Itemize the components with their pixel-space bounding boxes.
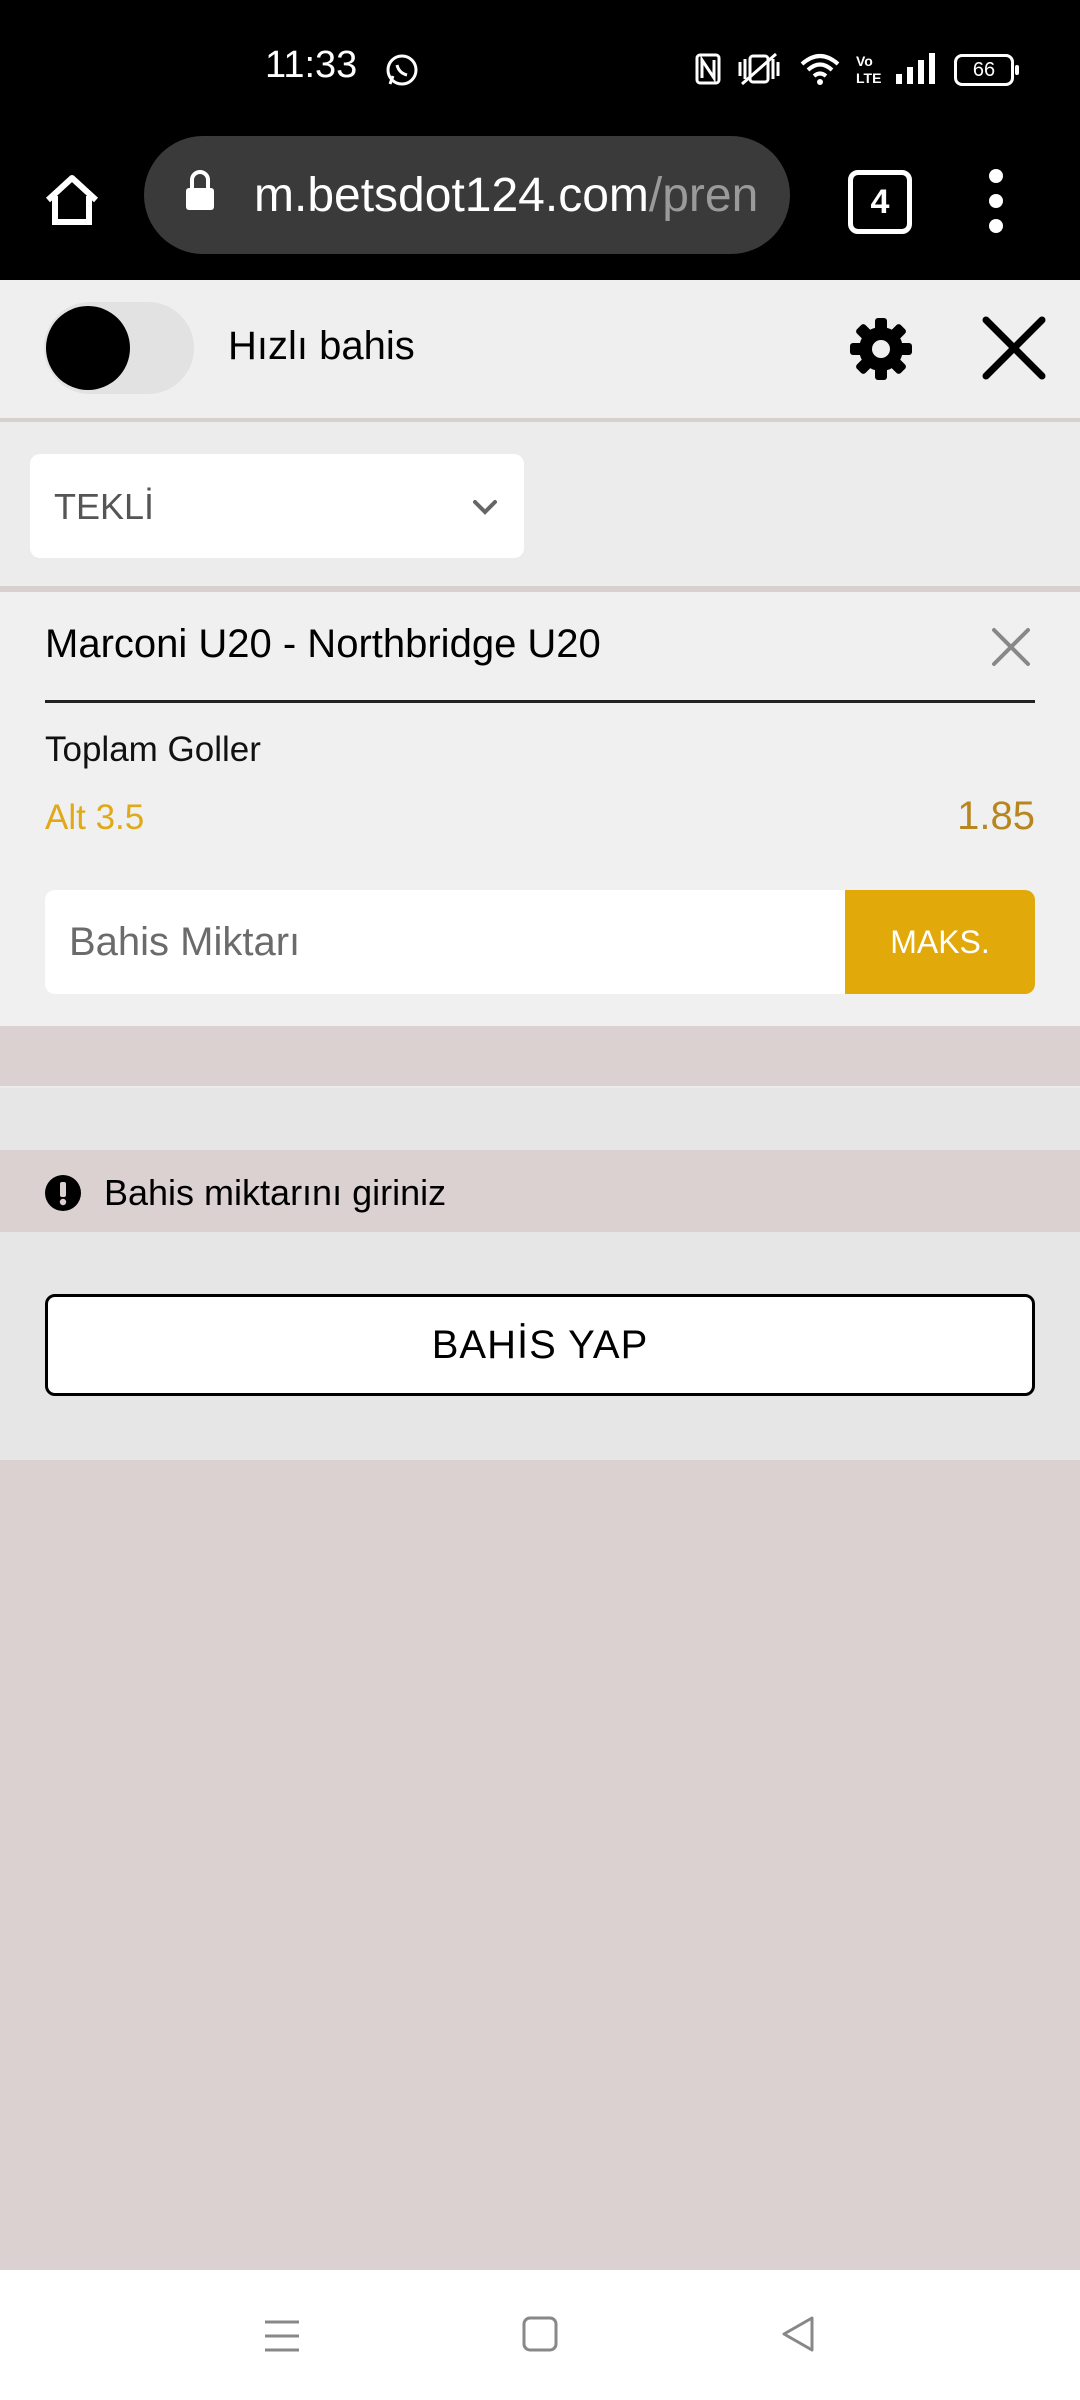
stake-warning: Bahis miktarını giriniz <box>0 1150 1080 1232</box>
status-bar: 11:33 Vo LTE 66 <box>0 0 1080 140</box>
max-stake-button[interactable]: MAKS. <box>845 890 1035 994</box>
stake-input[interactable] <box>45 890 845 994</box>
close-icon[interactable] <box>982 316 1046 380</box>
url-bar[interactable]: m.betsdot124.com/pren <box>144 136 790 254</box>
place-bet-button[interactable]: BAHİS YAP <box>45 1294 1035 1396</box>
chevron-down-icon <box>473 500 497 515</box>
spacer <box>0 1026 1080 1086</box>
vibrate-icon <box>738 52 780 86</box>
market-name: Toplam Goller <box>45 730 261 769</box>
status-time: 11:33 <box>265 44 358 86</box>
volte-icon: Vo LTE <box>856 53 881 86</box>
toggle-knob <box>46 306 130 390</box>
remove-selection-icon[interactable] <box>990 626 1032 668</box>
bet-mode-row: TEKLİ <box>0 422 1080 592</box>
quick-bet-toggle[interactable] <box>44 302 194 394</box>
url-path: /pren <box>648 169 759 222</box>
bet-mode-select[interactable]: TEKLİ <box>30 454 524 558</box>
recent-apps-icon[interactable] <box>262 2316 302 2356</box>
quick-bet-label: Hızlı bahis <box>228 324 415 368</box>
bet-selection-card: Marconi U20 - Northbridge U20 Toplam Gol… <box>0 592 1080 1026</box>
odds-value: 1.85 <box>957 794 1035 838</box>
svg-text:LTE: LTE <box>856 70 881 86</box>
system-nav-bar <box>0 2270 1080 2400</box>
settings-gear-icon[interactable] <box>848 316 914 382</box>
bet-mode-value: TEKLİ <box>54 486 155 527</box>
home-icon[interactable] <box>42 170 102 230</box>
place-bet-area: BAHİS YAP <box>0 1232 1080 1460</box>
exclamation-icon <box>45 1175 81 1211</box>
selection-name: Alt 3.5 <box>45 798 145 837</box>
wifi-icon <box>800 54 840 85</box>
svg-text:Vo: Vo <box>856 53 873 69</box>
spacer <box>0 1086 1080 1152</box>
betslip-header: Hızlı bahis <box>0 280 1080 422</box>
match-name: Marconi U20 - Northbridge U20 <box>45 622 601 666</box>
warning-text: Bahis miktarını giriniz <box>104 1172 447 1213</box>
nav-home-icon[interactable] <box>522 2314 558 2354</box>
nfc-icon <box>695 53 721 85</box>
tab-switcher-button[interactable]: 4 <box>848 170 912 234</box>
whatsapp-icon <box>386 54 418 86</box>
divider <box>45 700 1035 703</box>
url-text: m.betsdot124.com/pren <box>254 168 774 223</box>
lock-icon <box>186 170 214 210</box>
back-icon[interactable] <box>780 2314 816 2354</box>
more-vert-icon[interactable] <box>986 166 1006 236</box>
url-host: m.betsdot124.com <box>254 169 649 222</box>
signal-icon <box>896 53 935 84</box>
battery-icon: 66 <box>954 54 1019 86</box>
